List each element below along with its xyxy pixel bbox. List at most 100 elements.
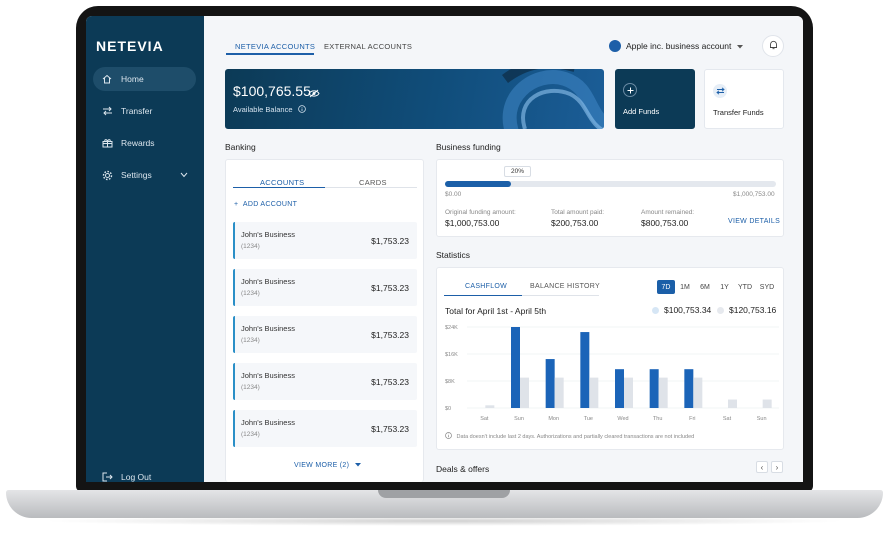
account-number: (1234) [241, 337, 260, 344]
cashflow-out-value: $120,753.16 [729, 305, 777, 315]
cash-out-bar[interactable] [693, 377, 703, 408]
cash-out-bar[interactable] [658, 377, 668, 408]
transfer-funds-button[interactable]: Transfer Funds [704, 69, 784, 129]
account-number: (1234) [241, 431, 260, 438]
range-7d-button[interactable]: 7D [657, 280, 675, 294]
plus-icon: + [234, 201, 239, 208]
chevron-down-icon [180, 170, 188, 180]
tab-external-accounts[interactable]: EXTERNAL ACCOUNTS [324, 42, 412, 51]
banking-title: Banking [225, 142, 256, 152]
sidebar-item-settings[interactable]: Settings [93, 163, 196, 187]
cash-out-bar[interactable] [624, 377, 633, 408]
offers-next-button[interactable]: › [771, 461, 783, 473]
sidebar-item-home[interactable]: Home [93, 67, 196, 91]
cash-out-bar[interactable] [520, 377, 529, 408]
available-balance-label: Available Balance [233, 105, 306, 115]
y-tick-label: $24K [445, 325, 458, 331]
sidebar-item-label: Rewards [121, 138, 155, 148]
cash-in-icon [652, 306, 659, 314]
cash-out-bar[interactable] [589, 377, 599, 408]
range-ytd-button[interactable]: YTD [735, 280, 755, 294]
tab-cards[interactable]: CARDS [359, 178, 387, 187]
cash-out-bar[interactable] [554, 377, 564, 408]
company-icon [609, 40, 621, 52]
sidebar-item-rewards[interactable]: Rewards [93, 131, 196, 155]
view-more-button[interactable]: VIEW MORE (2) [294, 462, 362, 469]
active-tab-underline [226, 53, 314, 55]
logout-label: Log Out [121, 472, 152, 482]
account-row[interactable]: John's Business (1234) $1,753.23 [233, 363, 417, 400]
x-tick-label: Wed [617, 416, 628, 422]
cash-out-bar[interactable] [728, 399, 737, 408]
account-row[interactable]: John's Business (1234) $1,753.23 [233, 269, 417, 306]
cash-in-bar[interactable] [545, 359, 555, 408]
cash-in-bar[interactable] [615, 369, 624, 408]
total-paid-value: $200,753.00 [551, 218, 599, 228]
account-balance: $1,753.23 [371, 377, 409, 387]
plus-icon [623, 83, 637, 97]
account-balance: $1,753.23 [371, 424, 409, 434]
range-1m-button[interactable]: 1M [677, 280, 693, 294]
banking-panel: ACCOUNTS CARDS + ADD ACCOUNT John's Busi… [225, 159, 424, 482]
account-row[interactable]: John's Business (1234) $1,753.23 [233, 410, 417, 447]
cash-in-bar[interactable] [684, 369, 694, 408]
hide-balance-icon[interactable] [308, 85, 320, 103]
banking-active-tab-underline [233, 187, 325, 188]
funding-progress-fill [445, 181, 512, 187]
cashflow-in-value: $100,753.34 [664, 305, 712, 315]
cash-out-bar[interactable] [762, 399, 772, 408]
funding-min-label: $0.00 [445, 191, 462, 198]
cashflow-out-total: $120,753.16 [717, 305, 776, 315]
laptop-notch [378, 490, 510, 498]
caret-down-icon [355, 462, 362, 469]
x-tick-label: Fri [689, 416, 695, 422]
logout-button[interactable]: Log Out [93, 465, 196, 482]
add-account-button[interactable]: + ADD ACCOUNT [234, 201, 297, 208]
balance-card: $100,765.55 Available Balance [225, 69, 604, 129]
tab-cashflow[interactable]: CASHFLOW [465, 283, 507, 290]
brand-logo: NETEVIA [96, 38, 164, 54]
account-balance: $1,753.23 [371, 283, 409, 293]
cashflow-in-total: $100,753.34 [652, 305, 711, 315]
account-selector[interactable]: Apple inc. business account [609, 40, 744, 52]
account-selector-label: Apple inc. business account [626, 41, 732, 51]
sidebar-item-label: Home [121, 74, 144, 84]
funding-progress-tooltip: 20% [504, 166, 532, 177]
view-more-label: VIEW MORE (2) [294, 462, 350, 469]
cashflow-chart: $0 $8K $16K $24K Sat Sun Mon Tue Wed Thu Fri Sat Sun [445, 325, 779, 422]
info-icon[interactable] [297, 105, 306, 115]
cash-in-bar[interactable] [511, 327, 520, 408]
account-name: John's Business [241, 371, 295, 380]
add-funds-button[interactable]: Add Funds [615, 69, 695, 129]
tab-netevia-accounts[interactable]: NETEVIA ACCOUNTS [235, 42, 315, 51]
top-bar: NETEVIA ACCOUNTS EXTERNAL ACCOUNTS Apple… [204, 16, 803, 66]
account-name: John's Business [241, 418, 295, 427]
tab-balance-history[interactable]: BALANCE HISTORY [530, 283, 600, 290]
account-row[interactable]: John's Business (1234) $1,753.23 [233, 222, 417, 259]
y-tick-label: $8K [445, 379, 455, 385]
tab-accounts[interactable]: ACCOUNTS [260, 178, 305, 187]
funding-progress-track [445, 181, 776, 187]
offers-prev-button[interactable]: ‹ [756, 461, 768, 473]
range-6m-button[interactable]: 6M [696, 280, 714, 294]
range-syd-button[interactable]: SYD [757, 280, 777, 294]
range-1y-button[interactable]: 1Y [717, 280, 732, 294]
account-number: (1234) [241, 384, 260, 391]
gear-icon [101, 169, 113, 181]
view-details-button[interactable]: VIEW DETAILS [728, 218, 780, 225]
logout-icon [101, 471, 113, 482]
y-tick-label: $0 [445, 406, 451, 412]
deals-offers-title: Deals & offers [436, 464, 490, 474]
amount-remained-value: $800,753.00 [641, 218, 689, 228]
chevron-left-icon: ‹ [760, 462, 764, 472]
account-row[interactable]: John's Business (1234) $1,753.23 [233, 316, 417, 353]
account-number: (1234) [241, 290, 260, 297]
cash-in-bar[interactable] [580, 332, 590, 408]
sidebar-item-transfer[interactable]: Transfer [93, 99, 196, 123]
cash-in-bar[interactable] [649, 369, 659, 408]
notifications-button[interactable] [762, 35, 784, 57]
original-funding-value: $1,000,753.00 [445, 218, 500, 228]
available-balance-amount: $100,765.55 [233, 83, 311, 99]
cash-out-bar[interactable] [485, 405, 495, 408]
x-tick-label: Tue [584, 416, 593, 422]
